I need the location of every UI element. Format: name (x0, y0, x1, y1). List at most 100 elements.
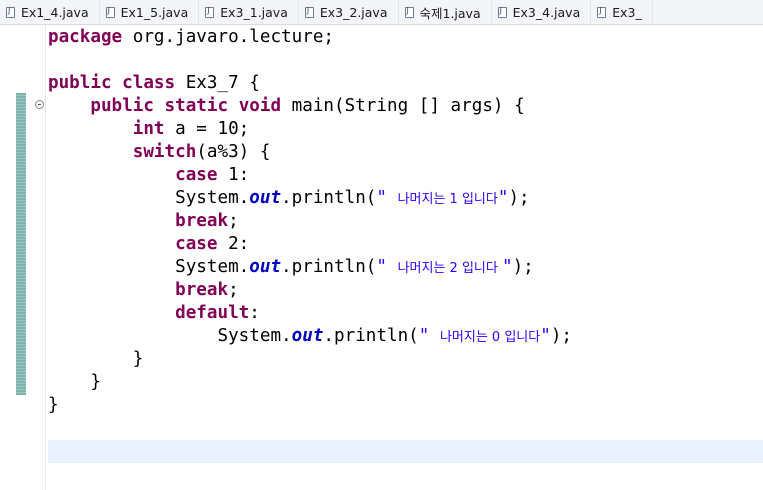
static-field: out (249, 188, 282, 208)
code-text: (a%3) { (196, 142, 271, 162)
keyword: switch (132, 142, 197, 162)
keyword: static (164, 96, 229, 116)
java-file-icon (6, 6, 15, 18)
tab-label: Ex3_4.java (512, 4, 581, 20)
string-literal: " 나머지는 1 입니다" (376, 188, 508, 208)
tab-ex1-4[interactable]: Ex1_4.java (0, 0, 100, 24)
tab-label: Ex3_ (612, 4, 642, 20)
code-line-case-1: case 1: (48, 164, 763, 187)
code-text: 2: (217, 234, 250, 254)
tab-ex3-2[interactable]: Ex3_2.java (299, 0, 399, 24)
quote: " (376, 257, 398, 277)
quote: " (540, 326, 551, 346)
string-literal: " 나머지는 0 입니다" (419, 326, 551, 346)
keyword: case (175, 165, 218, 185)
keyword: default (175, 303, 250, 323)
keyword: public (48, 73, 112, 93)
code-text: ); (512, 257, 534, 277)
tab-label: Ex1_4.java (21, 4, 89, 20)
keyword: break (175, 211, 229, 231)
code-text: 1: (217, 165, 250, 185)
tab-ex3-4[interactable]: Ex3_4.java (492, 0, 592, 24)
code-line-main-decl: public static void main(String [] args) … (48, 95, 763, 118)
code-line-int-decl: int a = 10; (48, 118, 763, 141)
code-text: org.javaro.lecture; (122, 27, 335, 47)
static-field: out (291, 326, 324, 346)
code-editor[interactable]: package org.javaro.lecture; public class… (48, 26, 763, 490)
code-line-default: default: (48, 302, 763, 325)
fold-collapse-icon[interactable] (35, 100, 44, 109)
code-line-println-1: System.out.println(" 나머지는 1 입니다"); (48, 187, 763, 210)
code-text: a = 10; (164, 119, 250, 139)
quote: " (376, 188, 398, 208)
code-text: System. (175, 257, 250, 277)
code-text: ); (550, 326, 572, 346)
java-file-icon (497, 6, 507, 18)
code-text: .println( (281, 188, 377, 208)
keyword: break (175, 280, 229, 300)
code-text: ; (228, 280, 239, 300)
code-text: ); (508, 188, 530, 208)
string-text: 나머지는 0 입니다 (439, 330, 541, 345)
tab-homework1[interactable]: 숙제1.java (399, 0, 492, 24)
java-file-icon (205, 6, 215, 18)
quote: " (418, 326, 440, 346)
tab-label: Ex3_1.java (220, 4, 288, 20)
code-text: } (132, 349, 144, 369)
code-text: System. (175, 188, 250, 208)
code-text: System. (217, 326, 292, 346)
code-line-switch: switch(a%3) { (48, 141, 763, 164)
code-line-case-2: case 2: (48, 233, 763, 256)
code-line-close-switch: } (48, 348, 763, 371)
code-text: main(String [] args) { (281, 96, 525, 116)
tab-ex1-5[interactable]: Ex1_5.java (100, 0, 200, 24)
tab-ex3-truncated[interactable]: Ex3_ (591, 0, 653, 24)
code-line-break-2: break; (48, 279, 763, 302)
tab-label: Ex3_2.java (319, 4, 388, 20)
keyword: class (122, 73, 176, 93)
code-text: } (48, 395, 59, 415)
java-file-icon (304, 6, 314, 18)
keyword: int (132, 119, 165, 139)
code-text: } (90, 372, 101, 392)
code-text: : (249, 303, 260, 323)
tab-ex3-1[interactable]: Ex3_1.java (199, 0, 299, 24)
static-field: out (249, 257, 282, 277)
tab-label: 숙제1.java (419, 5, 481, 21)
quote: " (501, 257, 513, 277)
code-line-class-decl: public class Ex3_7 { (48, 72, 763, 95)
java-file-icon (404, 6, 414, 18)
code-text: ; (228, 211, 239, 231)
code-line-break-1: break; (48, 210, 763, 233)
string-literal: " 나머지는 2 입니다 " (376, 257, 512, 277)
quote: " (497, 188, 509, 208)
code-line-package: package org.javaro.lecture; (48, 26, 763, 49)
keyword: public (90, 96, 154, 116)
code-text: Ex3_7 { (175, 73, 260, 93)
java-file-icon (105, 6, 115, 18)
java-file-icon (597, 6, 607, 18)
string-text: 나머지는 1 입니다 (397, 192, 498, 207)
keyword: void (238, 96, 282, 116)
tab-label: Ex1_5.java (120, 4, 189, 20)
code-text: .println( (281, 257, 377, 277)
keyword: package (48, 27, 123, 47)
code-line-println-0: System.out.println(" 나머지는 0 입니다"); (48, 325, 763, 348)
keyword: case (175, 234, 218, 254)
change-ruler-bar (16, 93, 26, 395)
code-line-println-2: System.out.println(" 나머지는 2 입니다 "); (48, 256, 763, 279)
code-line-close-main: } (48, 371, 763, 394)
